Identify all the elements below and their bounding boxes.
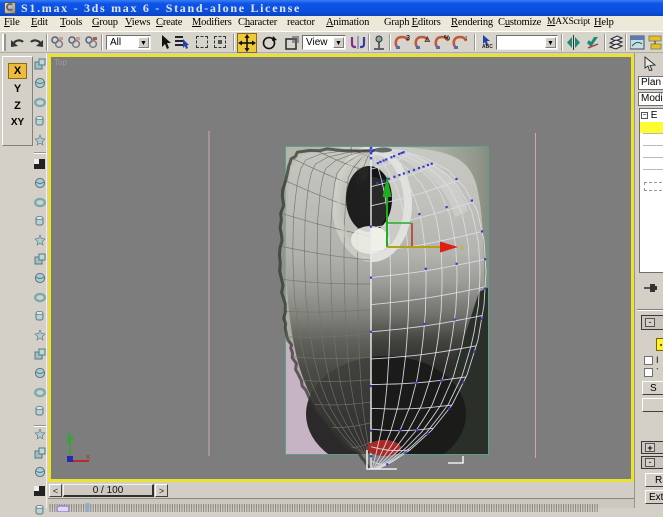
- svg-text:x: x: [460, 243, 464, 252]
- svg-text:Top: Top: [54, 58, 67, 67]
- svg-text:x: x: [86, 452, 90, 461]
- svg-text:Y: Y: [66, 431, 72, 440]
